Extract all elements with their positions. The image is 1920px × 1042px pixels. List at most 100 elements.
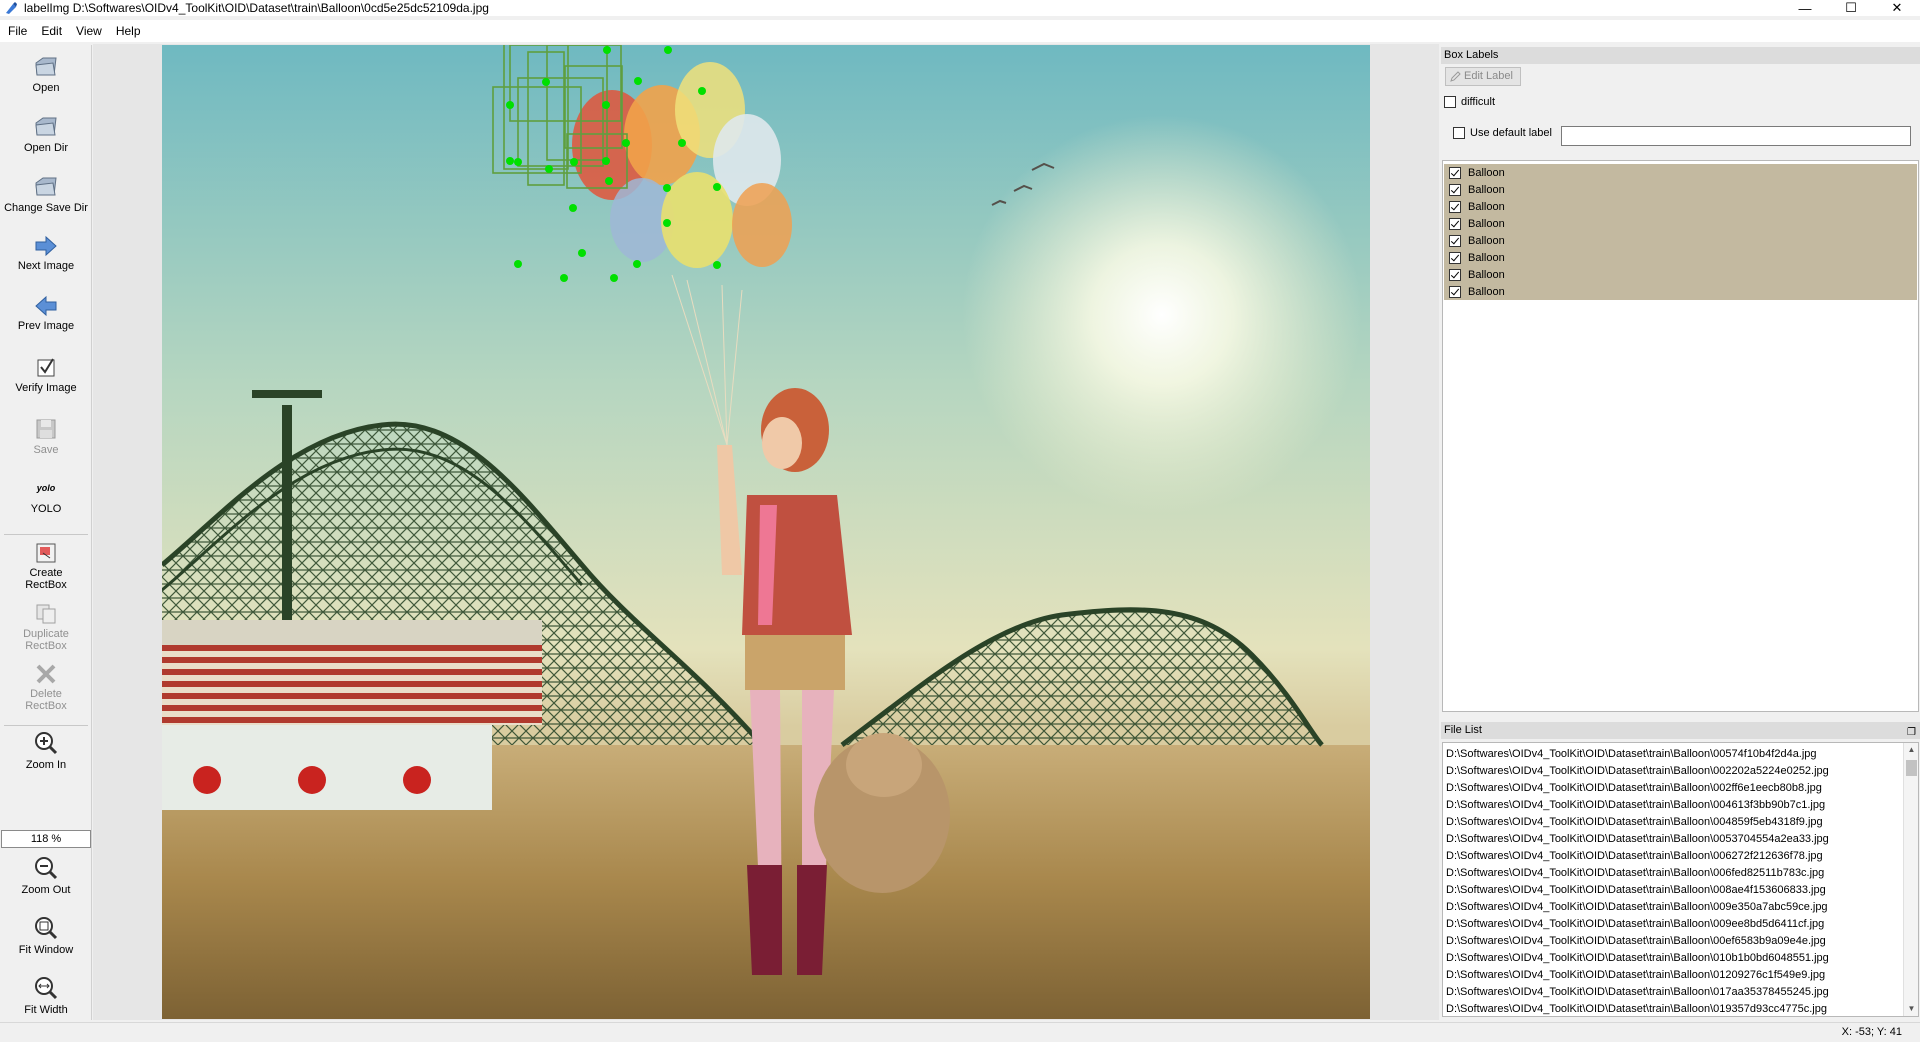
next-image-button[interactable]: Next Image: [0, 235, 92, 272]
file-list-item[interactable]: D:\Softwares\OIDv4_ToolKit\OID\Dataset\t…: [1443, 933, 1918, 950]
verify-image-label: Verify Image: [15, 382, 77, 394]
file-list-scrollbar[interactable]: ▲ ▼: [1903, 743, 1918, 1016]
label-list-item[interactable]: Balloon: [1444, 283, 1917, 300]
file-list-title-text: File List: [1444, 724, 1482, 736]
minimize-button[interactable]: —: [1782, 0, 1828, 16]
scroll-thumb[interactable]: [1906, 760, 1917, 776]
difficult-checkbox[interactable]: difficult: [1444, 96, 1495, 108]
next-image-label: Next Image: [17, 260, 75, 272]
file-list-item[interactable]: D:\Softwares\OIDv4_ToolKit\OID\Dataset\t…: [1443, 746, 1918, 763]
checkbox-checked-icon[interactable]: [1449, 166, 1461, 179]
checkbox-checked-icon[interactable]: [1449, 217, 1461, 230]
dock-float-icon[interactable]: ❐: [1907, 724, 1916, 741]
floppy-disk-icon: [36, 419, 56, 439]
file-list-item[interactable]: D:\Softwares\OIDv4_ToolKit\OID\Dataset\t…: [1443, 950, 1918, 967]
menu-bar: File Edit View Help: [0, 20, 1920, 42]
scroll-down-icon[interactable]: ▼: [1904, 1002, 1918, 1016]
zoom-out-button[interactable]: Zoom Out: [0, 855, 92, 896]
toolbar-separator: [4, 534, 88, 535]
use-default-label-checkbox[interactable]: Use default label: [1453, 127, 1552, 139]
save-button[interactable]: Save: [0, 417, 92, 456]
menu-view[interactable]: View: [76, 24, 102, 38]
label-text: Balloon: [1468, 200, 1505, 213]
checkbox-checked-icon[interactable]: [1449, 183, 1461, 196]
label-list-item[interactable]: Balloon: [1444, 215, 1917, 232]
open-dir-label: Open Dir: [23, 142, 69, 154]
file-list-item[interactable]: D:\Softwares\OIDv4_ToolKit\OID\Dataset\t…: [1443, 780, 1918, 797]
file-list-item[interactable]: D:\Softwares\OIDv4_ToolKit\OID\Dataset\t…: [1443, 882, 1918, 899]
label-list-item[interactable]: Balloon: [1444, 249, 1917, 266]
cursor-coordinates: X: -53; Y: 41: [1841, 1026, 1902, 1038]
file-list-item[interactable]: D:\Softwares\OIDv4_ToolKit\OID\Dataset\t…: [1443, 831, 1918, 848]
zoom-level-spinbox[interactable]: 118 %: [1, 830, 91, 848]
duplicate-rectbox-button[interactable]: Duplicate RectBox: [0, 603, 92, 652]
file-list-item[interactable]: D:\Softwares\OIDv4_ToolKit\OID\Dataset\t…: [1443, 899, 1918, 916]
close-button[interactable]: ✕: [1874, 0, 1920, 16]
box-labels-title: Box Labels: [1441, 47, 1920, 64]
scroll-up-icon[interactable]: ▲: [1904, 743, 1918, 757]
toolbar-separator: [4, 725, 88, 726]
file-list-item[interactable]: D:\Softwares\OIDv4_ToolKit\OID\Dataset\t…: [1443, 763, 1918, 780]
file-list-item[interactable]: D:\Softwares\OIDv4_ToolKit\OID\Dataset\t…: [1443, 1001, 1918, 1016]
zoom-in-button[interactable]: Zoom In: [0, 730, 92, 771]
image-canvas[interactable]: [162, 45, 1370, 1019]
menu-help[interactable]: Help: [116, 24, 141, 38]
menu-file[interactable]: File: [8, 24, 27, 38]
fit-width-label: Fit Width: [24, 1004, 68, 1016]
file-list-item[interactable]: D:\Softwares\OIDv4_ToolKit\OID\Dataset\t…: [1443, 984, 1918, 1001]
open-dir-button[interactable]: Open Dir: [0, 115, 92, 154]
file-list-item[interactable]: D:\Softwares\OIDv4_ToolKit\OID\Dataset\t…: [1443, 848, 1918, 865]
annotated-photo: [162, 45, 1370, 1019]
checkbox-checked-icon[interactable]: [1449, 234, 1461, 247]
fit-window-icon: [35, 917, 58, 940]
copy-icon: [36, 604, 56, 624]
fit-width-icon: [35, 977, 58, 1000]
app-icon: [6, 2, 17, 14]
file-list-item[interactable]: D:\Softwares\OIDv4_ToolKit\OID\Dataset\t…: [1443, 814, 1918, 831]
menu-edit[interactable]: Edit: [41, 24, 62, 38]
maximize-button[interactable]: ☐: [1828, 0, 1874, 16]
file-list[interactable]: D:\Softwares\OIDv4_ToolKit\OID\Dataset\t…: [1442, 742, 1919, 1017]
checkbox-checked-icon[interactable]: [1449, 268, 1461, 281]
prev-image-button[interactable]: Prev Image: [0, 295, 92, 332]
zoom-in-label: Zoom In: [25, 759, 67, 771]
checkbox-unchecked-icon: [1444, 96, 1456, 108]
label-list-item[interactable]: Balloon: [1444, 198, 1917, 215]
label-list-item[interactable]: Balloon: [1444, 232, 1917, 249]
label-list-item[interactable]: Balloon: [1444, 164, 1917, 181]
use-default-label-text: Use default label: [1470, 127, 1552, 139]
file-list-item[interactable]: D:\Softwares\OIDv4_ToolKit\OID\Dataset\t…: [1443, 916, 1918, 933]
create-rectbox-label-2: RectBox: [25, 579, 67, 591]
fit-window-button[interactable]: Fit Window: [0, 915, 92, 956]
open-button[interactable]: Open: [0, 55, 92, 94]
default-label-input[interactable]: [1561, 126, 1911, 146]
checkbox-checked-icon[interactable]: [1449, 200, 1461, 213]
label-list-item[interactable]: Balloon: [1444, 181, 1917, 198]
checkbox-checked-icon[interactable]: [1449, 251, 1461, 264]
label-list-item[interactable]: Balloon: [1444, 266, 1917, 283]
folder-open-icon: [35, 177, 57, 196]
yolo-format-button[interactable]: yolo YOLO: [0, 481, 92, 515]
zoom-in-icon: [35, 732, 58, 755]
yolo-label: YOLO: [30, 503, 62, 515]
window-title: labelImg D:\Softwares\OIDv4_ToolKit\OID\…: [24, 1, 489, 15]
checkbox-checked-icon[interactable]: [1449, 285, 1461, 298]
fit-width-button[interactable]: Fit Width: [0, 975, 92, 1016]
delete-rectbox-button[interactable]: Delete RectBox: [0, 663, 92, 712]
arrow-left-icon: [35, 295, 57, 317]
create-rectbox-button[interactable]: Create RectBox: [0, 542, 92, 591]
delete-rectbox-label-1: Delete: [30, 688, 62, 700]
file-list-item[interactable]: D:\Softwares\OIDv4_ToolKit\OID\Dataset\t…: [1443, 967, 1918, 984]
checkbox-checked-icon: [37, 358, 55, 377]
file-list-item[interactable]: D:\Softwares\OIDv4_ToolKit\OID\Dataset\t…: [1443, 865, 1918, 882]
duplicate-rectbox-label-2: RectBox: [25, 640, 67, 652]
yolo-icon: yolo: [36, 483, 56, 493]
verify-image-button[interactable]: Verify Image: [0, 357, 92, 394]
file-list-item[interactable]: D:\Softwares\OIDv4_ToolKit\OID\Dataset\t…: [1443, 797, 1918, 814]
label-text: Balloon: [1468, 183, 1505, 196]
label-list[interactable]: Balloon Balloon Balloon Balloon Balloon …: [1442, 160, 1919, 712]
open-label: Open: [32, 82, 60, 94]
edit-label-button[interactable]: Edit Label: [1445, 67, 1521, 86]
label-text: Balloon: [1468, 217, 1505, 230]
change-save-dir-button[interactable]: Change Save Dir: [0, 175, 92, 214]
